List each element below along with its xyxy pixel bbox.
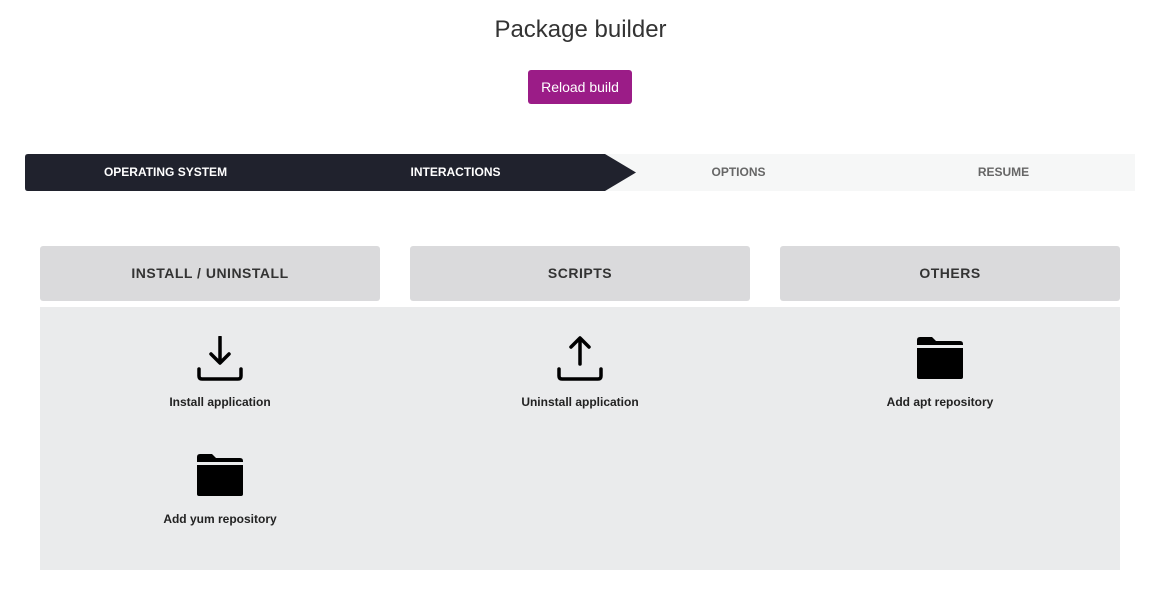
uninstall-application-item[interactable]: Uninstall application <box>480 336 680 409</box>
item-label: Uninstall application <box>521 395 639 409</box>
step-operating-system[interactable]: OPERATING SYSTEM <box>33 154 298 191</box>
upload-icon <box>557 336 603 381</box>
tab-install-uninstall[interactable]: INSTALL / UNINSTALL <box>40 246 380 301</box>
interactions-panel: Install application Uninstall applicatio… <box>40 307 1120 570</box>
item-label: Add apt repository <box>886 395 994 409</box>
step-resume[interactable]: RESUME <box>871 154 1136 191</box>
tab-scripts[interactable]: SCRIPTS <box>410 246 750 301</box>
download-icon <box>197 336 243 381</box>
step-options[interactable]: OPTIONS <box>606 154 871 191</box>
page-title: Package builder <box>494 16 667 43</box>
stepper: OPERATING SYSTEM INTERACTIONS OPTIONS RE… <box>25 154 1135 191</box>
item-label: Add yum repository <box>163 512 277 526</box>
step-interactions[interactable]: INTERACTIONS <box>323 154 588 191</box>
tab-others[interactable]: OTHERS <box>780 246 1120 301</box>
item-label: Install application <box>169 395 271 409</box>
folder-icon <box>917 337 963 379</box>
reload-build-button[interactable]: Reload build <box>528 70 632 104</box>
folder-icon <box>197 454 243 496</box>
add-yum-repository-item[interactable]: Add yum repository <box>120 453 320 526</box>
install-application-item[interactable]: Install application <box>120 336 320 409</box>
add-apt-repository-item[interactable]: Add apt repository <box>840 336 1040 409</box>
